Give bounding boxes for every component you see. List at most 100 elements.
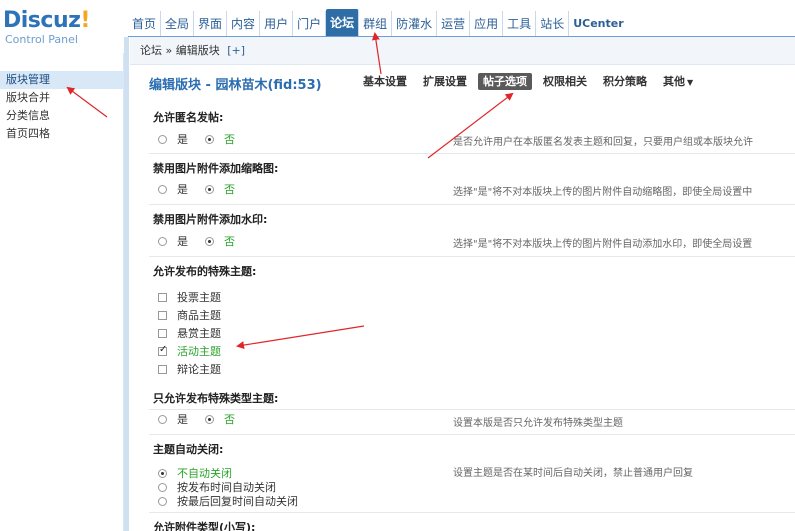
nav-webmaster[interactable]: 站长 [536, 11, 570, 37]
radio-label: 是 [177, 413, 188, 426]
nav-content[interactable]: 内容 [227, 11, 261, 37]
nav-global[interactable]: 全局 [161, 11, 195, 37]
tab-post-options[interactable]: 帖子选项 [478, 73, 532, 90]
radio-anon-yes[interactable]: 是 [158, 131, 188, 147]
radio-icon[interactable] [205, 414, 214, 424]
radio-label: 是 [177, 183, 188, 196]
setting-only-special: 只允许发布特殊类型主题: 是 否 设置本版是否只允许发布特殊类型主题 [130, 390, 795, 436]
radio-watermark-no[interactable]: 否 [205, 233, 235, 249]
sidebar-item-forum-manage[interactable]: 版块管理 [0, 71, 124, 89]
checkbox-activity[interactable]: 活动主题 [158, 343, 221, 359]
radio-icon[interactable] [158, 482, 167, 492]
main-content: 论坛 » 编辑版块 [+] 编辑版块 - 园林苗木(fid:53) 基本设置 扩… [130, 37, 795, 531]
sidebar-item-forum-merge[interactable]: 版块合并 [0, 89, 124, 107]
checkbox-label: 悬赏主题 [177, 327, 221, 340]
nav-users[interactable]: 用户 [260, 11, 294, 37]
setting-auto-close: 主题自动关闭: 不自动关闭 按发布时间自动关闭 按最后回复时间自动关闭 设置主题… [130, 441, 795, 513]
setting-label: 禁用图片附件添加水印: [153, 213, 268, 226]
title-row: 编辑版块 - 园林苗木(fid:53) 基本设置 扩展设置 帖子选项 权限相关 … [130, 73, 795, 95]
radio-label: 是 [177, 133, 188, 146]
settings-tabs: 基本设置 扩展设置 帖子选项 权限相关 积分策略 其他 ▼ [358, 73, 704, 90]
tab-other[interactable]: 其他 ▼ [658, 73, 698, 90]
nav-antispam[interactable]: 防灌水 [392, 11, 438, 37]
radio-icon[interactable] [205, 184, 214, 194]
radio-icon[interactable] [205, 236, 214, 246]
checkbox-icon[interactable] [158, 364, 167, 374]
sidebar-list: 版块管理 版块合并 分类信息 首页四格 [0, 71, 124, 143]
divider [149, 256, 795, 257]
tab-extended[interactable]: 扩展设置 [418, 73, 472, 90]
radio-icon[interactable] [158, 134, 167, 144]
radio-icon[interactable] [158, 414, 167, 424]
radio-icon[interactable] [158, 468, 167, 478]
logo: Discuz! Control Panel [3, 8, 123, 48]
radio-label: 否 [224, 413, 235, 426]
setting-disable-watermark: 禁用图片附件添加水印: 是 否 选择"是"将不对本版块上传的图片附件自动添加水印… [130, 211, 795, 257]
radio-thumb-no[interactable]: 否 [205, 181, 235, 197]
radio-icon[interactable] [158, 184, 167, 194]
setting-hint: 设置本版是否只允许发布特殊类型主题 [453, 418, 623, 429]
tab-credits[interactable]: 积分策略 [598, 73, 652, 90]
radio-label: 按最后回复时间自动关闭 [177, 495, 298, 508]
checkbox-poll[interactable]: 投票主题 [158, 289, 221, 305]
checkbox-icon[interactable] [158, 292, 167, 302]
page-title: 编辑版块 - 园林苗木(fid:53) [149, 78, 322, 93]
divider [149, 512, 795, 513]
setting-label: 只允许发布特殊类型主题: [153, 392, 279, 405]
checkbox-icon[interactable] [158, 344, 167, 356]
setting-attach-types: 允许附件类型(小写): [130, 519, 795, 531]
breadcrumb: 论坛 » 编辑版块 [+] [130, 37, 795, 65]
radio-autoclose-reply-time[interactable]: 按最后回复时间自动关闭 [158, 493, 298, 509]
sidebar: 版块管理 版块合并 分类信息 首页四格 [0, 53, 124, 531]
nav-interface[interactable]: 界面 [194, 11, 228, 37]
logo-bang: ! [80, 8, 90, 33]
checkbox-reward[interactable]: 悬赏主题 [158, 325, 221, 341]
sidebar-item-threadtypes[interactable]: 分类信息 [0, 107, 124, 125]
tab-basic[interactable]: 基本设置 [358, 73, 412, 90]
nav-portal[interactable]: 门户 [293, 11, 327, 37]
logo-text: Discuz! [3, 8, 90, 33]
radio-anon-no[interactable]: 否 [205, 131, 235, 147]
radio-icon[interactable] [158, 236, 167, 246]
radio-thumb-yes[interactable]: 是 [158, 181, 188, 197]
logo-word: Discuz [3, 8, 81, 33]
checkbox-label: 活动主题 [177, 345, 221, 358]
checkbox-debate[interactable]: 辩论主题 [158, 361, 221, 377]
setting-label: 主题自动关闭: [153, 443, 224, 456]
breadcrumb-add-button[interactable]: [+] [227, 44, 245, 57]
checkbox-label: 辩论主题 [177, 363, 221, 376]
tab-other-label: 其他 [663, 75, 685, 88]
nav-apps[interactable]: 应用 [470, 11, 504, 37]
setting-label: 允许匿名发帖: [153, 111, 224, 124]
radio-icon[interactable] [158, 496, 167, 506]
breadcrumb-separator: » [165, 44, 173, 57]
nav-operations[interactable]: 运营 [437, 11, 471, 37]
nav-forum[interactable]: 论坛 [326, 9, 360, 37]
checkbox-trade[interactable]: 商品主题 [158, 307, 221, 323]
radio-label: 否 [224, 235, 235, 248]
setting-hint: 选择"是"将不对本版块上传的图片附件自动缩略图，即使全局设置中 [453, 187, 753, 198]
checkbox-label: 商品主题 [177, 309, 221, 322]
nav-ucenter[interactable]: UCenter [569, 11, 627, 37]
sidebar-item-grid[interactable]: 首页四格 [0, 125, 124, 143]
tab-permissions[interactable]: 权限相关 [538, 73, 592, 90]
radio-watermark-yes[interactable]: 是 [158, 233, 188, 249]
radio-label: 否 [224, 183, 235, 196]
chevron-down-icon: ▼ [687, 78, 694, 87]
radio-icon[interactable] [205, 134, 214, 144]
radio-label: 是 [177, 235, 188, 248]
setting-hint: 是否允许用户在本版匿名发表主题和回复，只要用户组或本版块允许 [453, 137, 753, 148]
checkbox-icon[interactable] [158, 328, 167, 338]
radio-only-special-no[interactable]: 否 [205, 411, 235, 427]
nav-tools[interactable]: 工具 [503, 11, 537, 37]
setting-hint: 选择"是"将不对本版块上传的图片附件自动添加水印，即使全局设置 [453, 239, 753, 250]
breadcrumb-root[interactable]: 论坛 [140, 44, 162, 57]
divider [149, 434, 795, 435]
screen: { "logo": { "main": "Discuz", "bang": "!… [0, 0, 795, 531]
setting-anonymous: 允许匿名发帖: 是 否 是否允许用户在本版匿名发表主题和回复，只要用户组或本版块… [130, 109, 795, 155]
radio-only-special-yes[interactable]: 是 [158, 411, 188, 427]
checkbox-icon[interactable] [158, 310, 167, 320]
divider [149, 153, 795, 154]
nav-groups[interactable]: 群组 [359, 11, 393, 37]
nav-home[interactable]: 首页 [128, 11, 162, 37]
